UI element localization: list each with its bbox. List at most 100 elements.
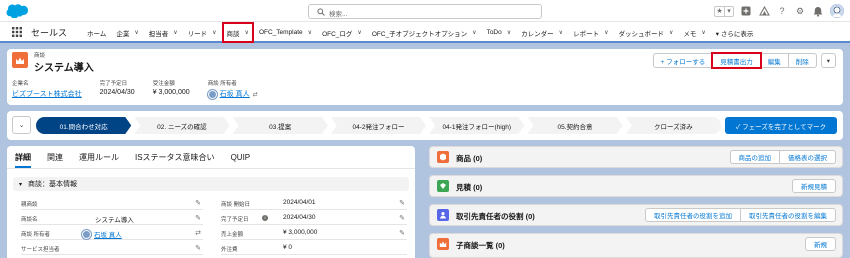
nav-item[interactable]: ToDo ∨ [482, 22, 517, 43]
detail-tab[interactable]: ISステータス意味合い [135, 146, 215, 168]
pencil-icon[interactable]: ✎ [195, 199, 201, 207]
nav-item[interactable]: 担当者 ∨ [144, 22, 183, 43]
nav-item[interactable]: ホーム [82, 22, 111, 43]
path-stage[interactable]: 05.契約合意 [527, 117, 622, 134]
related-list-title[interactable]: 商品 (0) [456, 153, 482, 164]
nav-item[interactable]: ▾ さらに表示 [711, 22, 759, 43]
chevron-down-icon[interactable]: ∨ [472, 29, 476, 36]
nav-item[interactable]: 商談 ∨ [221, 22, 254, 43]
pencil-icon[interactable]: ✎ [195, 244, 201, 252]
path-stage[interactable]: 04-1発注フォロー(high) [429, 117, 524, 134]
trailhead-icon[interactable] [758, 5, 770, 17]
opportunity-icon [12, 52, 28, 68]
path-stage[interactable]: 04-2発注フォロー [331, 117, 426, 134]
nav-item[interactable]: レポート ∨ [568, 22, 613, 43]
owner-avatar [207, 89, 217, 99]
related-list-card: 商品 (0) 商品の追加 価格表の選択 [429, 146, 843, 168]
nav-item[interactable]: OFC_ログ ∨ [317, 22, 367, 43]
path-toggle-button[interactable]: ⌄ [12, 116, 31, 134]
nav-item-label: レポート [573, 30, 600, 38]
tabs-divider [7, 168, 415, 169]
owner-link[interactable]: 石坂 真人 [220, 89, 250, 99]
related-list-title[interactable]: 子商談一覧 (0) [456, 240, 505, 251]
record-title: システム導入 [34, 63, 94, 74]
highlight-amount: 受注金額 ¥ 3,000,000 [153, 79, 190, 99]
chevron-down-icon[interactable]: ∨ [604, 29, 608, 36]
follow-button[interactable]: + フォローする [652, 53, 714, 68]
change-owner-icon[interactable]: ⇄ [195, 229, 201, 237]
nav-item[interactable]: OFC_Template ∨ [254, 22, 317, 43]
salesforce-logo[interactable] [6, 3, 28, 18]
path-stage[interactable]: 02. ニーズの確認 [134, 117, 229, 134]
nav-item[interactable]: OFC_子オブジェクトオプション ∨ [367, 22, 482, 43]
section-header[interactable]: ▾ 商談：基本情報 [13, 177, 409, 191]
chevron-down-icon[interactable]: ∨ [134, 29, 138, 36]
pencil-icon[interactable]: ✎ [399, 229, 405, 237]
related-list-button[interactable]: 新規見積 [792, 179, 836, 193]
more-actions-button[interactable]: ▾ [820, 53, 836, 68]
chevron-down-icon[interactable]: ∨ [245, 29, 249, 36]
star-icon[interactable]: ★ [715, 7, 724, 16]
path-stage[interactable]: クローズ済み [625, 117, 721, 134]
related-list-title[interactable]: 見積 (0) [456, 182, 482, 193]
info-icon[interactable]: i [262, 215, 268, 221]
quote-output-button[interactable]: 見積書出力 [711, 52, 762, 69]
path-stage[interactable]: 03.提案 [233, 117, 328, 134]
chevron-down-icon[interactable]: ∨ [173, 29, 177, 36]
path-stage[interactable]: 01.問合わせ対応 [36, 117, 131, 134]
highlight-value: 2024/04/30 [99, 89, 135, 96]
global-search[interactable]: 検索... [308, 4, 542, 19]
detail-field: 親商談 ✎ [21, 198, 203, 210]
delete-button[interactable]: 削除 [787, 53, 817, 68]
related-list-card: 見積 (0) 新規見積 [429, 175, 843, 197]
nav-item[interactable]: ダッシュボード ∨ [613, 22, 678, 43]
owner-link[interactable]: 石坂 真人 [94, 229, 122, 239]
nav-item[interactable]: リード ∨ [183, 22, 222, 43]
highlight-label: 商談 所有者 [207, 81, 237, 87]
user-avatar[interactable] [830, 4, 844, 18]
account-link[interactable]: ビズブースト株式会社 [12, 89, 82, 99]
mark-stage-complete-button[interactable]: ✓ フェーズを完了としてマーク [725, 117, 837, 134]
chevron-down-icon[interactable]: ∨ [212, 29, 216, 36]
related-list-button[interactable]: 新規 [805, 237, 836, 251]
chevron-down-icon[interactable]: ∨ [701, 29, 705, 36]
chevron-down-icon[interactable]: ∨ [507, 29, 511, 36]
nav-item[interactable]: メモ ∨ [678, 22, 710, 43]
related-list-button[interactable]: 価格表の選択 [779, 150, 836, 164]
related-list-button[interactable]: 取引先責任者の役割を追加 [645, 208, 741, 222]
nav-item-label: ホーム [87, 30, 107, 38]
chevron-down-icon[interactable]: ∨ [357, 29, 361, 36]
pencil-icon[interactable]: ✎ [195, 214, 201, 222]
global-actions-icon[interactable] [740, 5, 752, 17]
nav-item[interactable]: カレンダー ∨ [516, 22, 568, 43]
nav-item[interactable]: 企業 ∨ [111, 22, 143, 43]
detail-tab[interactable]: 詳細 [15, 146, 31, 168]
detail-field: 完了予定日 2024/04/30 ✎ i [221, 213, 407, 225]
chevron-down-icon[interactable]: ▾ [724, 6, 733, 16]
detail-tab[interactable]: 関連 [47, 146, 63, 168]
related-list-button[interactable]: 取引先責任者の役割を編集 [740, 208, 836, 222]
highlight-value: ¥ 3,000,000 [152, 89, 190, 96]
app-launcher-icon[interactable] [12, 27, 22, 37]
pencil-icon[interactable]: ✎ [399, 199, 405, 207]
change-owner-icon[interactable]: ⇄ [253, 91, 258, 98]
field-label: 商談 所有者 [21, 232, 51, 238]
contact-role-icon [437, 209, 449, 221]
related-list-title[interactable]: 取引先責任者の役割 (0) [456, 211, 535, 222]
section-title: 商談：基本情報 [28, 181, 78, 188]
app-navigation-bar: セールス ホーム 企業 ∨ 担当者 ∨ リード ∨ 商談 ∨ OFC_Template ∨ OFC_ロ… [0, 22, 850, 43]
pencil-icon[interactable]: ✎ [399, 214, 405, 222]
favorites-group[interactable]: ★ ▾ [714, 5, 734, 17]
chevron-down-icon[interactable]: ∨ [559, 29, 563, 36]
related-list-button[interactable]: 商品の追加 [729, 150, 780, 164]
detail-tab[interactable]: 運用ルール [79, 146, 119, 168]
chevron-down-icon[interactable]: ∨ [308, 29, 312, 36]
record-highlights-panel: 商談 システム導入 + フォローする 見積書出力 編集 削除 ▾ 企業名 ビズブ… [7, 49, 843, 105]
help-icon[interactable]: ? [776, 5, 788, 17]
gear-icon[interactable]: ⚙ [794, 5, 806, 17]
detail-tab[interactable]: QUIP [231, 146, 251, 168]
chevron-down-icon[interactable]: ∨ [669, 29, 673, 36]
edit-button[interactable]: 編集 [759, 53, 789, 68]
bell-icon[interactable] [812, 5, 824, 17]
global-header: 検索... ★ ▾ ? ⚙ [0, 0, 850, 22]
